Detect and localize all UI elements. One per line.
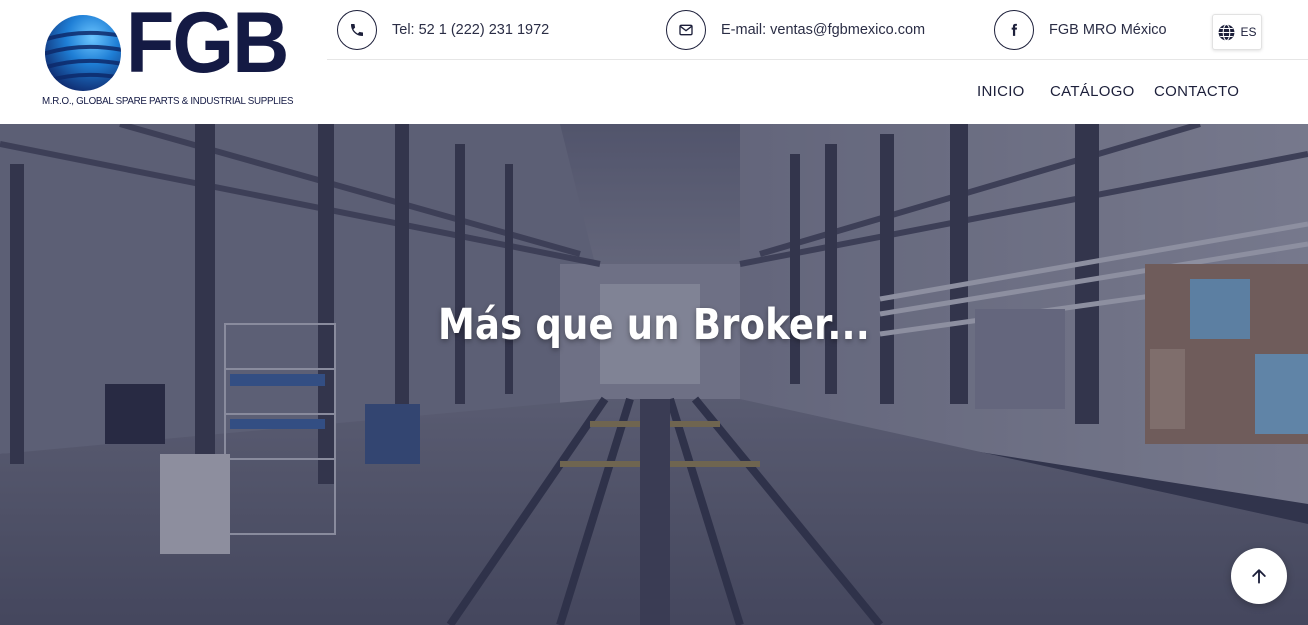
globe-icon	[1219, 23, 1235, 41]
globe-logo-icon	[45, 15, 121, 91]
envelope-icon	[666, 10, 706, 50]
facebook-label: FGB MRO México	[1049, 22, 1167, 38]
hero-banner: Más que un Broker...	[0, 124, 1308, 625]
phone-label: Tel: 52 1 (222) 231 1972	[392, 22, 550, 38]
facebook-contact[interactable]: FGB MRO México	[994, 10, 1167, 50]
brand-logo[interactable]: FGB M.R.O., GLOBAL SPARE PARTS & INDUSTR…	[42, 0, 294, 110]
contact-bar: Tel: 52 1 (222) 231 1972 E-mail: ventas@…	[327, 0, 1308, 60]
phone-contact[interactable]: Tel: 52 1 (222) 231 1972	[337, 10, 549, 50]
nav-item-inicio[interactable]: INICIO	[977, 83, 1025, 100]
facebook-icon	[994, 10, 1034, 50]
nav-item-catalogo[interactable]: CATÁLOGO	[1050, 83, 1135, 100]
language-selector[interactable]: ES	[1212, 14, 1262, 50]
phone-icon	[337, 10, 377, 50]
scroll-to-top-button[interactable]	[1231, 548, 1287, 604]
logo-tagline: M.R.O., GLOBAL SPARE PARTS & INDUSTRIAL …	[42, 95, 294, 107]
hero-overlay	[0, 124, 1308, 625]
language-code: ES	[1240, 25, 1257, 39]
site-header: FGB M.R.O., GLOBAL SPARE PARTS & INDUSTR…	[0, 0, 1308, 124]
email-label: E-mail: ventas@fgbmexico.com	[721, 22, 926, 38]
logo-letters: FGB	[126, 0, 289, 91]
nav-item-contacto[interactable]: CONTACTO	[1154, 83, 1239, 100]
arrow-up-icon	[1252, 569, 1266, 584]
hero-title: Más que un Broker...	[438, 300, 870, 350]
email-contact[interactable]: E-mail: ventas@fgbmexico.com	[666, 10, 925, 50]
